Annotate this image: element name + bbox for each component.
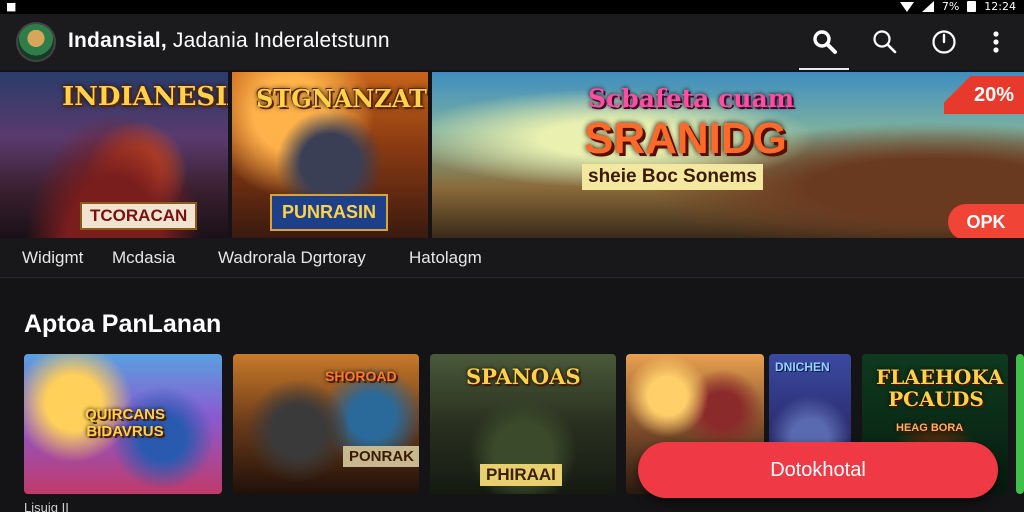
app-bar: Indansial, Jadania Inderaletstunn	[0, 14, 1024, 70]
banner-1-subtitle: TCORACAN	[80, 202, 198, 230]
game-card-1-title: QUIRCANS BIDAVRUS	[84, 406, 165, 440]
banner-2[interactable]: STGNANZAT PUNRASIN	[232, 72, 428, 238]
banner-3-title-top: Scbafeta cuam	[588, 84, 795, 113]
banner-3[interactable]: Scbafeta cuam SRANIDG sheie Boc Sonems 2…	[432, 72, 1024, 238]
banner-carousel: INDIANESIA TCORACAN STGNANZAT PUNRASIN S…	[0, 72, 1024, 240]
game-card-3-title: SPANOAS	[466, 364, 581, 389]
app-title: Indansial, Jadania Inderaletstunn	[68, 29, 390, 53]
game-card-5-title: DNICHEN	[775, 360, 830, 374]
tab-3[interactable]: Wadrorala Dgrtoray	[218, 248, 366, 268]
game-card-2-title: SHOROAD	[325, 368, 397, 384]
timer-icon	[932, 30, 956, 54]
game-card-3-subtitle: PHIRAAI	[480, 464, 562, 486]
game-avatar-icon[interactable]	[16, 22, 56, 62]
game-card-1[interactable]: QUIRCANS BIDAVRUS	[24, 354, 222, 494]
notification-glyph: ■	[6, 0, 17, 13]
signal-icon	[921, 1, 934, 12]
search-button[interactable]	[799, 25, 849, 70]
promo-opk-button[interactable]: OPK	[948, 204, 1024, 240]
category-tabs: Widigmt Mcdasia Wadrorala Dgrtoray Hatol…	[0, 238, 1024, 278]
game-card-2-subtitle: PONRAK	[343, 446, 419, 467]
section-title: Aptoa PanLanan	[24, 310, 222, 338]
search-button-secondary[interactable]	[868, 25, 902, 59]
battery-percent: 7%	[941, 0, 960, 13]
wifi-icon	[899, 1, 914, 12]
game-card-6-subtitle: HEAG BORA	[896, 422, 964, 434]
game-card-2[interactable]: SHOROAD PONRAK	[233, 354, 419, 494]
status-bar: ■ 7% 12:24	[0, 0, 1024, 14]
game-card-6-title: FLAEHOKA PCAUDS	[876, 365, 1004, 411]
banner-1-title: INDIANESIA	[62, 82, 228, 112]
tab-1[interactable]: Widigmt	[22, 248, 83, 268]
search-icon	[813, 30, 837, 54]
tab-4[interactable]: Hatolagm	[409, 248, 482, 268]
banner-3-subtitle: sheie Boc Sonems	[582, 164, 763, 190]
banner-3-title-main: SRANIDG	[584, 114, 787, 163]
game-card-7-peek[interactable]	[1016, 354, 1024, 494]
banner-2-subtitle: PUNRASIN	[270, 194, 389, 231]
bottom-label: Lisuig II	[24, 500, 69, 512]
app-title-rest: Jadania Inderaletstunn	[172, 29, 390, 52]
status-time: 12:24	[984, 0, 1016, 13]
promo-badge: 20%	[944, 76, 1024, 114]
banner-2-title: STGNANZAT	[256, 84, 427, 113]
game-card-3[interactable]: SPANOAS PHIRAAI	[430, 354, 616, 494]
more-vert-icon	[993, 31, 999, 53]
search-icon	[873, 30, 897, 54]
timer-button[interactable]	[927, 25, 961, 59]
battery-icon	[967, 1, 977, 12]
banner-1[interactable]: INDIANESIA TCORACAN	[0, 72, 228, 238]
primary-action-button[interactable]: Dotokhotal	[638, 442, 998, 498]
more-options-button[interactable]	[979, 25, 1013, 59]
app-title-bold: Indansial,	[68, 29, 167, 52]
tab-2[interactable]: Mcdasia	[112, 248, 175, 268]
